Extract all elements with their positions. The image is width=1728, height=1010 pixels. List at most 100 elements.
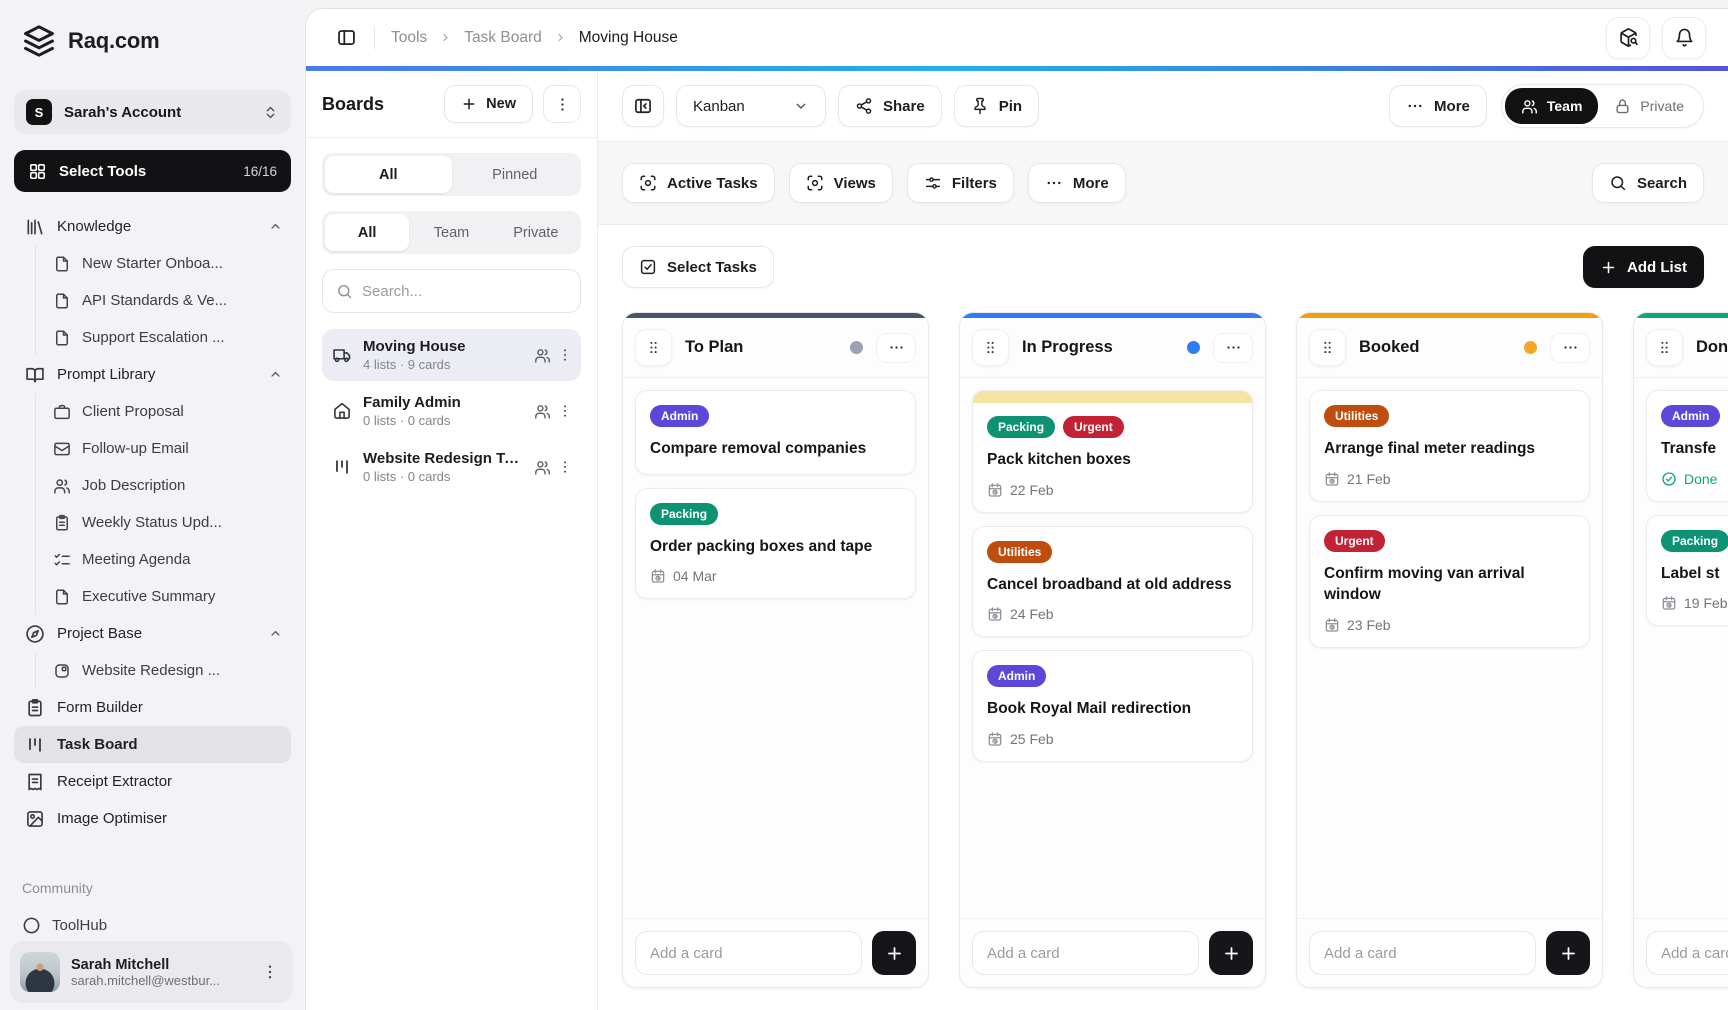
task-card[interactable]: Admin Book Royal Mail redirection 25 Feb bbox=[972, 650, 1253, 762]
task-card[interactable]: Utilities Cancel broadband at old addres… bbox=[972, 526, 1253, 638]
boards-menu-button[interactable] bbox=[543, 85, 581, 123]
drag-handle-icon[interactable] bbox=[1646, 329, 1683, 366]
sidebar-item-community-partial[interactable]: ToolHub bbox=[22, 916, 291, 935]
column-menu-button[interactable] bbox=[1213, 333, 1253, 363]
sidebar-item-client-proposal[interactable]: Client Proposal bbox=[36, 393, 291, 430]
column-menu-button[interactable] bbox=[876, 333, 916, 363]
add-card-button[interactable] bbox=[1546, 931, 1590, 975]
views-button[interactable]: Views bbox=[789, 163, 893, 203]
panel-collapse-icon bbox=[633, 96, 653, 116]
select-tasks-button[interactable]: Select Tasks bbox=[622, 246, 774, 288]
task-card[interactable]: Utilities Arrange final meter readings 2… bbox=[1309, 390, 1590, 502]
tab-private[interactable]: Private bbox=[494, 214, 578, 251]
kebab-icon[interactable] bbox=[557, 347, 573, 363]
chevron-up-icon[interactable] bbox=[268, 367, 283, 382]
share-label: Share bbox=[883, 98, 925, 115]
tab-all[interactable]: All bbox=[325, 214, 409, 251]
members-icon[interactable] bbox=[534, 347, 551, 364]
task-card[interactable]: Packing Urgent Pack kitchen boxes 22 Feb bbox=[972, 390, 1253, 513]
column-cards: Admin Compare removal companies Packing … bbox=[623, 378, 928, 918]
visibility-team[interactable]: Team bbox=[1505, 88, 1599, 124]
sidebar-item-new-starter-onboarding[interactable]: New Starter Onboa... bbox=[36, 245, 291, 282]
sidebar-section-prompt-library[interactable]: Prompt Library bbox=[14, 356, 291, 393]
drag-handle-icon[interactable] bbox=[1309, 329, 1346, 366]
board-item-family-admin[interactable]: Family Admin 0 lists · 0 cards bbox=[322, 385, 581, 437]
chevron-up-icon[interactable] bbox=[268, 626, 283, 641]
collapse-panel-button[interactable] bbox=[622, 85, 664, 127]
app-root: Raq.com S Sarah's Account Select Tools 1… bbox=[0, 0, 1728, 1010]
sidebar-item-follow-up-email[interactable]: Follow-up Email bbox=[36, 430, 291, 467]
sidebar-item-form-builder[interactable]: Form Builder bbox=[14, 689, 291, 726]
kebab-icon[interactable] bbox=[557, 403, 573, 419]
add-card-input[interactable] bbox=[635, 931, 862, 975]
visibility-private[interactable]: Private bbox=[1598, 88, 1700, 124]
user-profile-card[interactable]: Sarah Mitchell sarah.mitchell@westbur... bbox=[10, 941, 293, 1003]
column-title[interactable]: In Progress bbox=[1022, 338, 1174, 357]
tab-pinned[interactable]: Pinned bbox=[452, 156, 579, 193]
drag-handle-icon[interactable] bbox=[635, 329, 672, 366]
card-due-date: 04 Mar bbox=[650, 568, 901, 584]
select-tools-button[interactable]: Select Tools 16/16 bbox=[14, 150, 291, 192]
add-card-button[interactable] bbox=[1209, 931, 1253, 975]
filters-button[interactable]: Filters bbox=[907, 163, 1014, 203]
sidebar-section-project-base[interactable]: Project Base bbox=[14, 615, 291, 652]
sidebar-item-receipt-extractor[interactable]: Receipt Extractor bbox=[14, 763, 291, 800]
sidebar-item-support-escalation[interactable]: Support Escalation ... bbox=[36, 319, 291, 356]
tab-team[interactable]: Team bbox=[409, 214, 493, 251]
sidebar-item-task-board[interactable]: Task Board bbox=[14, 726, 291, 763]
tool-search-button[interactable] bbox=[1606, 17, 1650, 59]
notifications-button[interactable] bbox=[1662, 17, 1706, 59]
breadcrumb-task-board[interactable]: Task Board bbox=[464, 29, 542, 47]
add-card-input[interactable] bbox=[1646, 931, 1728, 975]
share-button[interactable]: Share bbox=[838, 85, 942, 127]
task-card[interactable]: Packing Label st 19 Feb bbox=[1646, 515, 1728, 627]
column-title[interactable]: Booked bbox=[1359, 338, 1511, 357]
more-button[interactable]: More bbox=[1389, 85, 1487, 127]
active-tasks-button[interactable]: Active Tasks bbox=[622, 163, 775, 203]
sidebar-item-weekly-status-update[interactable]: Weekly Status Upd... bbox=[36, 504, 291, 541]
chevron-up-icon[interactable] bbox=[268, 219, 283, 234]
user-menu-button[interactable] bbox=[257, 959, 283, 985]
task-card[interactable]: Packing Order packing boxes and tape 04 … bbox=[635, 488, 916, 600]
tab-all[interactable]: All bbox=[325, 156, 452, 193]
add-card-input[interactable] bbox=[972, 931, 1199, 975]
column-title[interactable]: Done bbox=[1696, 338, 1728, 357]
label-badge: Urgent bbox=[1324, 530, 1385, 552]
column-menu-button[interactable] bbox=[1550, 333, 1590, 363]
breadcrumb-tools[interactable]: Tools bbox=[391, 29, 427, 47]
view-mode-dropdown[interactable]: Kanban bbox=[676, 85, 826, 127]
board-item-moving-house[interactable]: Moving House 4 lists · 9 cards bbox=[322, 329, 581, 381]
pin-button[interactable]: Pin bbox=[954, 85, 1039, 127]
column-title[interactable]: To Plan bbox=[685, 338, 837, 357]
search-button[interactable]: Search bbox=[1592, 163, 1704, 203]
column-footer bbox=[623, 918, 928, 987]
column-footer bbox=[960, 918, 1265, 987]
sidebar-item-executive-summary[interactable]: Executive Summary bbox=[36, 578, 291, 615]
sidebar-section-knowledge[interactable]: Knowledge bbox=[14, 208, 291, 245]
more-filters-button[interactable]: More bbox=[1028, 163, 1126, 203]
boards-search-input[interactable] bbox=[362, 283, 567, 300]
board-name: Website Redesign Ta... bbox=[363, 450, 523, 467]
sidebar-item-api-standards[interactable]: API Standards & Ve... bbox=[36, 282, 291, 319]
kebab-icon[interactable] bbox=[557, 459, 573, 475]
new-board-button[interactable]: New bbox=[444, 85, 533, 123]
members-icon[interactable] bbox=[534, 459, 551, 476]
sidebar-item-website-redesign[interactable]: Website Redesign ... bbox=[36, 652, 291, 689]
knowledge-children: New Starter Onboa... API Standards & Ve.… bbox=[35, 245, 291, 356]
search-icon bbox=[336, 283, 353, 300]
board-item-website-redesign[interactable]: Website Redesign Ta... 0 lists · 0 cards bbox=[322, 441, 581, 493]
sidebar-item-job-description[interactable]: Job Description bbox=[36, 467, 291, 504]
add-card-input[interactable] bbox=[1309, 931, 1536, 975]
sidebar-item-meeting-agenda[interactable]: Meeting Agenda bbox=[36, 541, 291, 578]
account-switcher[interactable]: S Sarah's Account bbox=[14, 90, 291, 134]
add-list-button[interactable]: Add List bbox=[1583, 246, 1704, 288]
task-card[interactable]: Admin Compare removal companies bbox=[635, 390, 916, 475]
sidebar-toggle-button[interactable] bbox=[328, 20, 364, 56]
task-card[interactable]: Urgent Confirm moving van arrival window… bbox=[1309, 515, 1590, 648]
task-card[interactable]: Admin Transfe Done bbox=[1646, 390, 1728, 502]
drag-handle-icon[interactable] bbox=[972, 329, 1009, 366]
members-icon[interactable] bbox=[534, 403, 551, 420]
add-card-button[interactable] bbox=[872, 931, 916, 975]
column-cards: Utilities Arrange final meter readings 2… bbox=[1297, 378, 1602, 918]
sidebar-item-image-optimiser[interactable]: Image Optimiser bbox=[14, 800, 291, 837]
